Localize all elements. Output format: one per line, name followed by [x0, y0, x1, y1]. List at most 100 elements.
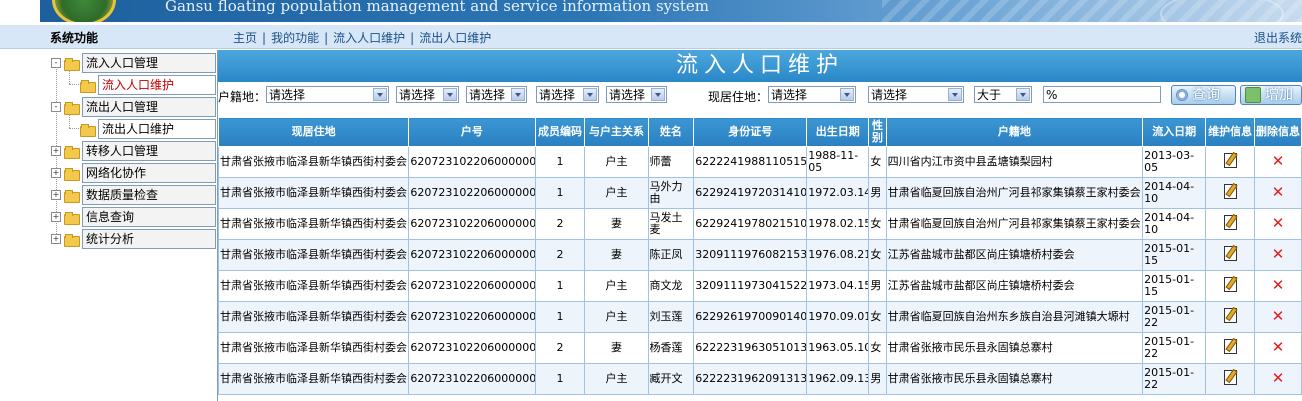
nav-link-outflow-maintenance[interactable]: 流出人口维护	[419, 31, 491, 45]
search-button[interactable]: 查询	[1171, 85, 1236, 105]
table-cell: 甘肃省张掖市临泽县新华镇西街村委会	[217, 301, 410, 333]
table-cell: 1973.04.15	[806, 270, 870, 302]
sidebar-item-label: 转移人口管理	[82, 141, 216, 161]
edit-icon[interactable]	[1223, 370, 1237, 385]
huji-county-select[interactable]: 请选择	[466, 86, 527, 103]
table-cell: 甘肃省临夏回族自治州广河县祁家集镇蔡王家村委会	[885, 177, 1144, 209]
folder-icon	[80, 123, 96, 137]
filter-value-input[interactable]: %	[1043, 86, 1161, 103]
sidebar: - 流入人口管理 流入人口维护 - 流出人口管理 流出人口维护 + 转移人口管理…	[47, 50, 218, 401]
folder-icon	[64, 167, 80, 181]
sidebar-item-outflow-maintenance[interactable]: 流出人口维护	[80, 119, 216, 139]
column-header: 维护信息	[1205, 117, 1256, 147]
sidebar-item-label: 数据质量检查	[82, 185, 216, 205]
edit-icon[interactable]	[1223, 246, 1237, 261]
expand-toggle-icon[interactable]: +	[51, 212, 61, 222]
sidebar-item-network-collaboration[interactable]: + 网络化协作	[51, 163, 216, 183]
sidebar-item-label: 流出人口维护	[98, 119, 216, 139]
huji-province-select[interactable]: 请选择	[266, 86, 389, 103]
collapse-toggle-icon[interactable]: -	[51, 58, 61, 68]
table-cell: 臧开文	[647, 363, 695, 395]
logout-link[interactable]: 退出系统	[1254, 29, 1302, 46]
delete-icon[interactable]: ✕	[1272, 214, 1285, 232]
breadcrumb: 主页 | 我的功能 | 流入人口维护 | 流出人口维护	[233, 29, 491, 46]
edit-icon[interactable]	[1223, 277, 1237, 292]
sidebar-item-info-query[interactable]: + 信息查询	[51, 207, 216, 227]
table-cell: 1972.03.14	[806, 177, 870, 209]
table-cell: 妻	[584, 332, 649, 364]
table-cell: 杨香莲	[647, 332, 695, 364]
collapse-toggle-icon[interactable]: -	[51, 102, 61, 112]
table-cell: 2	[534, 208, 586, 240]
table-cell: 甘肃省张掖市临泽县新华镇西街村委会	[217, 177, 410, 209]
expand-toggle-icon[interactable]: +	[51, 146, 61, 156]
table-cell: 2015-01-22	[1142, 363, 1207, 395]
expand-toggle-icon[interactable]: +	[51, 168, 61, 178]
expand-toggle-icon[interactable]: +	[51, 190, 61, 200]
table-cell: 甘肃省张掖市民乐县永固镇总寨村	[885, 363, 1144, 395]
sidebar-item-transfer-management[interactable]: + 转移人口管理	[51, 141, 216, 161]
delete-icon[interactable]: ✕	[1272, 183, 1285, 201]
sidebar-item-label: 统计分析	[82, 229, 216, 249]
edit-icon[interactable]	[1223, 153, 1237, 168]
residence-select-1[interactable]: 请选择	[768, 86, 856, 103]
table-header-row: 现居住地 户号 成员编码 与户主关系 姓名 身份证号 出生日期 性别 户籍地 流…	[217, 117, 1302, 147]
huji-city-select[interactable]: 请选择	[396, 86, 459, 103]
table-cell: 1	[534, 301, 586, 333]
delete-icon[interactable]: ✕	[1272, 369, 1285, 387]
folder-icon	[80, 79, 96, 93]
delete-cell: ✕	[1254, 146, 1302, 178]
sidebar-item-inflow-management[interactable]: - 流入人口管理	[51, 53, 216, 73]
table-cell: 四川省内江市资中县孟塘镇梨园村	[885, 146, 1144, 178]
table-row: 甘肃省张掖市临泽县新华镇西街村委会 6207231022060000007 1 户主刘…	[217, 301, 1302, 333]
column-header: 现居住地	[217, 117, 410, 147]
delete-icon[interactable]: ✕	[1272, 245, 1285, 263]
sidebar-item-data-quality[interactable]: + 数据质量检查	[51, 185, 216, 205]
table-cell: 1962.09.13	[806, 363, 870, 395]
system-functions-title: 系统功能	[50, 31, 99, 45]
delete-cell: ✕	[1254, 270, 1302, 302]
table-cell: 马外力由	[647, 177, 695, 209]
edit-cell	[1205, 239, 1256, 271]
nav-separator: |	[410, 31, 415, 45]
add-button[interactable]: 增加	[1240, 85, 1302, 105]
huji-village-select[interactable]: 请选择	[606, 86, 667, 103]
sidebar-item-inflow-maintenance[interactable]: 流入人口维护	[80, 75, 216, 95]
table-cell: 6207231022060000007	[408, 301, 536, 333]
delete-icon[interactable]: ✕	[1272, 152, 1285, 170]
nav-link-home[interactable]: 主页	[233, 31, 257, 45]
sidebar-item-statistics[interactable]: + 统计分析	[51, 229, 216, 249]
sidebar-item-outflow-management[interactable]: - 流出人口管理	[51, 97, 216, 117]
button-label: 查询	[1192, 87, 1220, 103]
huji-label: 户籍地：	[218, 90, 267, 104]
table-cell: 陈正凤	[647, 239, 695, 271]
huji-town-select[interactable]: 请选择	[536, 86, 599, 103]
edit-icon[interactable]	[1223, 308, 1237, 323]
column-header: 流入日期	[1142, 117, 1207, 147]
banner-left-pad	[0, 0, 40, 22]
search-icon	[1176, 89, 1188, 101]
table-cell: 1	[534, 270, 586, 302]
page-title: 流入人口维护	[218, 50, 1302, 82]
table-row: 甘肃省张掖市临泽县新华镇西街村委会 6207231022060000008 1 户主臧…	[217, 363, 1302, 395]
delete-icon[interactable]: ✕	[1272, 338, 1285, 356]
table-cell: 1	[534, 363, 586, 395]
delete-icon[interactable]: ✕	[1272, 276, 1285, 294]
table-row: 甘肃省张掖市临泽县新华镇西街村委会 6207231022060000003 1 户主马…	[217, 177, 1302, 209]
table-cell: 户主	[584, 363, 649, 395]
table-cell: 甘肃省张掖市临泽县新华镇西街村委会	[217, 208, 410, 240]
expand-toggle-icon[interactable]: +	[51, 234, 61, 244]
table-cell: 1976.08.21	[806, 239, 870, 271]
edit-icon[interactable]	[1223, 339, 1237, 354]
nav-link-inflow-maintenance[interactable]: 流入人口维护	[333, 31, 405, 45]
table-cell: 男	[868, 177, 887, 209]
edit-icon[interactable]	[1223, 215, 1237, 230]
table-cell: 男	[868, 363, 887, 395]
nav-separator: |	[324, 31, 329, 45]
edit-icon[interactable]	[1223, 184, 1237, 199]
delete-icon[interactable]: ✕	[1272, 307, 1285, 325]
column-header: 成员编码	[534, 117, 586, 147]
nav-link-my-functions[interactable]: 我的功能	[271, 31, 319, 45]
compare-operator-select[interactable]: 大于	[974, 86, 1032, 103]
residence-select-2[interactable]: 请选择	[868, 86, 964, 103]
